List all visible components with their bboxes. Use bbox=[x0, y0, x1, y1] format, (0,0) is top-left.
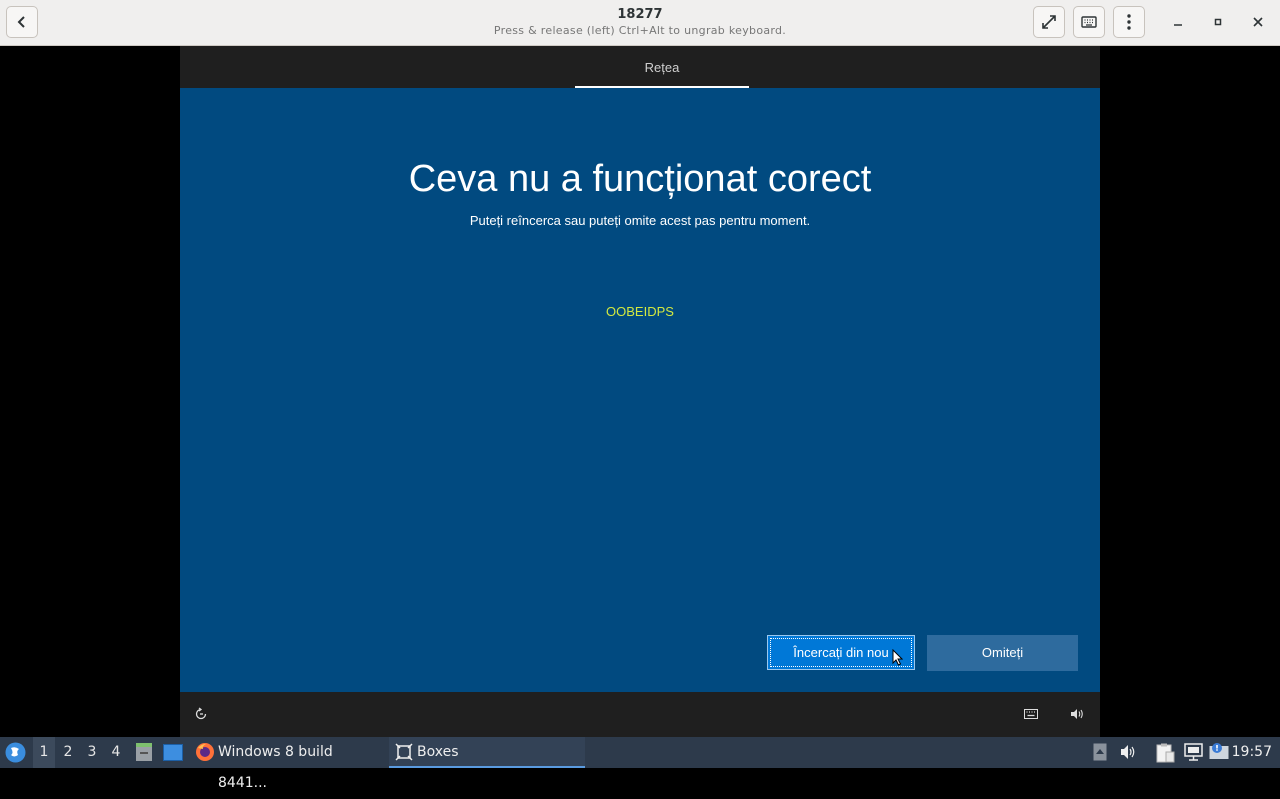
tab-network: Rețea bbox=[575, 46, 749, 88]
workspace-3[interactable]: 3 bbox=[81, 737, 103, 768]
taskbar-item-label: Windows 8 build 8441... bbox=[218, 744, 333, 791]
show-desktop-icon[interactable] bbox=[163, 744, 183, 761]
expand-icon bbox=[1042, 15, 1056, 29]
page-title: Ceva nu a funcționat corect bbox=[408, 158, 872, 200]
close-icon bbox=[1253, 17, 1263, 27]
update-notification-icon[interactable] bbox=[1209, 742, 1229, 760]
distro-logo-icon[interactable] bbox=[5, 742, 26, 763]
taskbar-item-firefox[interactable]: Windows 8 build 8441... bbox=[192, 737, 384, 791]
mouse-cursor-icon bbox=[892, 649, 903, 666]
menu-button[interactable] bbox=[1113, 6, 1145, 38]
send-keys-button[interactable] bbox=[1073, 6, 1105, 38]
network-icon[interactable] bbox=[1184, 743, 1203, 761]
keyboard-icon bbox=[1081, 16, 1097, 28]
clipboard-icon[interactable] bbox=[1156, 743, 1175, 763]
taskbar-item-label: Boxes bbox=[417, 744, 459, 760]
vm-display[interactable]: Rețea Ceva nu a funcționat corect Puteți… bbox=[180, 46, 1100, 737]
workspace-2[interactable]: 2 bbox=[57, 737, 79, 768]
ease-of-access-icon[interactable] bbox=[194, 707, 208, 721]
tray-arrow-icon[interactable] bbox=[1093, 743, 1107, 761]
minimize-button[interactable] bbox=[1168, 12, 1188, 32]
oobe-top-bar: Rețea bbox=[180, 46, 1100, 88]
clock[interactable]: 19:57 bbox=[1232, 737, 1272, 768]
kebab-menu-icon bbox=[1127, 14, 1131, 30]
volume-icon[interactable] bbox=[1120, 743, 1136, 761]
keyboard-icon[interactable] bbox=[1024, 709, 1038, 719]
maximize-button[interactable] bbox=[1208, 12, 1228, 32]
volume-icon[interactable] bbox=[1070, 707, 1084, 721]
minimize-icon bbox=[1174, 24, 1182, 26]
taskbar-item-boxes[interactable]: Boxes bbox=[389, 737, 585, 768]
file-manager-icon[interactable] bbox=[135, 742, 153, 762]
taskbar: 1 2 3 4 Windows 8 build 8441... Boxes 19… bbox=[0, 737, 1280, 791]
fullscreen-button[interactable] bbox=[1033, 6, 1065, 38]
page-subtitle: Puteți reîncerca sau puteți omite acest … bbox=[469, 213, 811, 228]
maximize-icon bbox=[1214, 18, 1222, 26]
skip-button[interactable]: Omiteți bbox=[927, 635, 1078, 671]
firefox-icon bbox=[196, 743, 214, 761]
workspace-4[interactable]: 4 bbox=[105, 737, 127, 768]
workspace-1[interactable]: 1 bbox=[33, 737, 55, 768]
boxes-icon bbox=[395, 743, 413, 761]
oobe-bottom-bar bbox=[180, 692, 1100, 737]
close-button[interactable] bbox=[1248, 12, 1268, 32]
window-header: 18277 Press & release (left) Ctrl+Alt to… bbox=[0, 0, 1280, 46]
error-code: OOBEIDPS bbox=[606, 304, 674, 319]
